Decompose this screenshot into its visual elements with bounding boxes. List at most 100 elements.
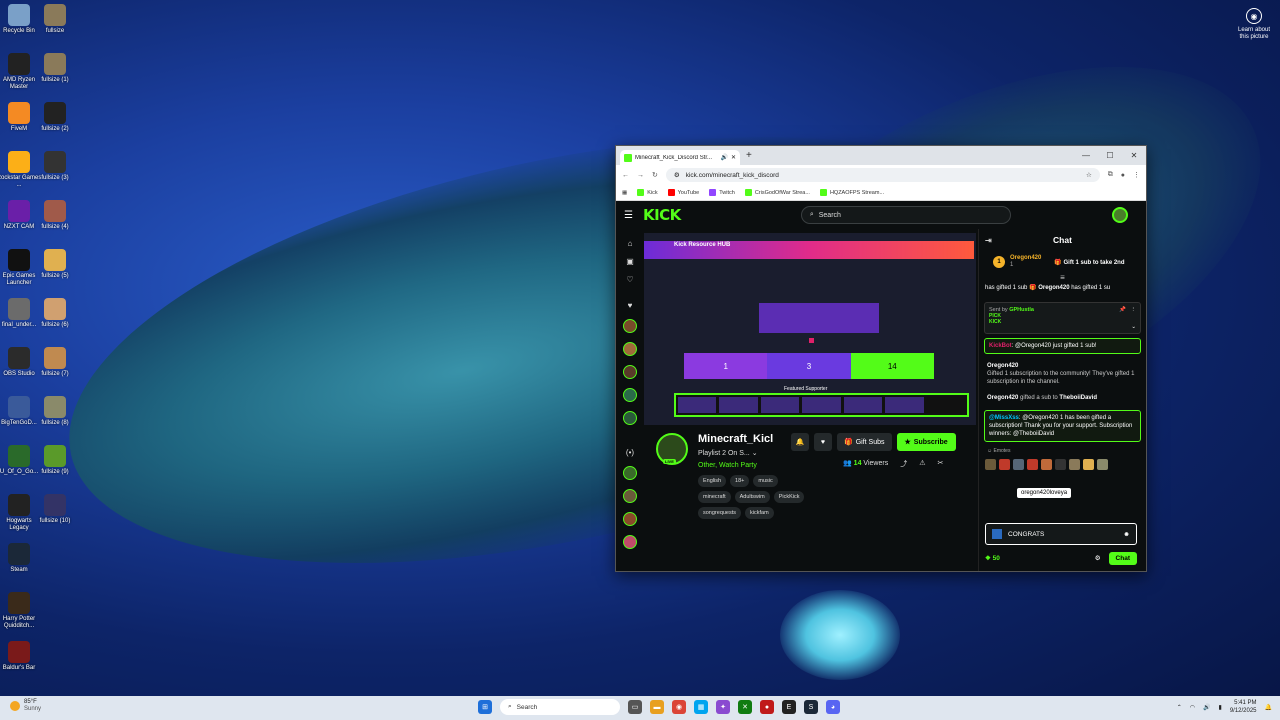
bookmark-item[interactable]: YouTube xyxy=(667,189,699,196)
profile-icon[interactable]: ● xyxy=(1121,172,1125,179)
bookmark-item[interactable]: HQZAOFPS Stream... xyxy=(819,189,884,196)
desktop-icon[interactable]: Baldur's Bar xyxy=(0,641,42,672)
clock[interactable]: 5:41 PM 9/12/2025 xyxy=(1230,699,1257,715)
top-gifter-name[interactable]: Oregon420 xyxy=(1010,255,1041,262)
notifications-icon[interactable]: 🔔 xyxy=(1265,704,1272,711)
file-explorer-icon[interactable]: ▬ xyxy=(650,700,664,714)
chrome-icon[interactable]: ◉ xyxy=(672,700,686,714)
browser-tab[interactable]: Minecraft_Kick_Discord Str... 🔊 ✕ xyxy=(620,150,740,165)
minimize-button[interactable]: — xyxy=(1074,146,1098,165)
gift-subs-button[interactable]: 🎁 Gift Subs xyxy=(837,433,892,451)
wifi-icon[interactable]: ◠ xyxy=(1190,704,1195,711)
extensions-icon[interactable]: ⧉ xyxy=(1108,171,1113,179)
maximize-button[interactable]: ☐ xyxy=(1098,146,1122,165)
stream-category[interactable]: Other, Watch Party xyxy=(698,462,757,469)
send-chat-button[interactable]: Chat xyxy=(1108,551,1137,565)
pin-icon[interactable]: 📌 xyxy=(1119,307,1126,313)
emote[interactable] xyxy=(1083,459,1094,470)
windows-start-icon[interactable]: ⊞ xyxy=(478,700,492,714)
bookmark-item[interactable]: Twitch xyxy=(709,189,735,196)
reload-icon[interactable]: ↻ xyxy=(652,171,658,179)
desktop-icon[interactable]: fullsize (6) xyxy=(32,298,78,329)
desktop-icon[interactable]: fullsize (7) xyxy=(32,347,78,378)
tray-chevron-icon[interactable]: ⌃ xyxy=(1177,704,1182,711)
desktop-icon[interactable]: fullsize (5) xyxy=(32,249,78,280)
emote[interactable] xyxy=(1097,459,1108,470)
video-player[interactable]: Kick Resource HUB 1 3 14 Featured Suppor… xyxy=(644,233,976,425)
back-icon[interactable]: ← xyxy=(622,172,629,179)
apps-grid-icon[interactable]: ▦ xyxy=(622,190,627,196)
chat-message[interactable]: Oregon420 gifted a sub to TheboiiDavid xyxy=(979,390,1146,406)
highlighted-message[interactable]: @MissXss: @Oregon420 1 has been gifted a… xyxy=(984,410,1141,442)
chat-settings-icon[interactable]: ⚙ xyxy=(1095,554,1101,562)
battery-icon[interactable]: ▮ xyxy=(1219,704,1222,711)
xbox-icon[interactable]: ✕ xyxy=(738,700,752,714)
discord-icon[interactable]: ◕ xyxy=(826,700,840,714)
stream-tag[interactable]: music xyxy=(753,475,778,487)
steam-icon[interactable]: S xyxy=(804,700,818,714)
recommended-channel-avatar[interactable] xyxy=(623,535,637,549)
gift-cta[interactable]: 🎁 Gift 1 sub to take 2nd xyxy=(1054,259,1124,266)
emote[interactable] xyxy=(1027,459,1038,470)
follow-heart-icon[interactable]: ♥ xyxy=(814,433,832,451)
more-icon[interactable]: ⋮ xyxy=(1131,307,1137,313)
channel-name[interactable]: Minecraft_Kicl xyxy=(698,433,773,445)
collapse-chat-icon[interactable]: ⇥ xyxy=(985,236,992,245)
report-icon[interactable]: ⚠ xyxy=(919,459,925,469)
chat-message[interactable]: KickBot: @Oregon420 just gifted 1 sub! xyxy=(984,338,1141,354)
close-window-button[interactable]: ✕ xyxy=(1122,146,1146,165)
emote[interactable] xyxy=(1013,459,1024,470)
channel-points[interactable]: ❖ 50 xyxy=(985,554,1095,562)
desktop-icon[interactable]: fullsize (2) xyxy=(32,102,78,133)
volume-icon[interactable]: 🔊 xyxy=(1203,704,1210,711)
recommended-channel-avatar[interactable] xyxy=(623,512,637,526)
home-icon[interactable]: ⌂ xyxy=(628,239,633,248)
bookmark-item[interactable]: CrisGodOfWar Strea... xyxy=(744,189,810,196)
emote[interactable] xyxy=(1041,459,1052,470)
desktop-icon[interactable]: fullsize xyxy=(32,4,78,35)
close-tab-icon[interactable]: ✕ xyxy=(731,154,736,161)
stream-tag[interactable]: minecraft xyxy=(698,491,731,503)
task-view-icon[interactable]: ▭ xyxy=(628,700,642,714)
chevron-down-icon[interactable]: ⌄ xyxy=(1131,324,1136,330)
desktop-icon[interactable]: fullsize (9) xyxy=(32,445,78,476)
expand-gifters-icon[interactable]: ≡ xyxy=(979,273,1146,282)
store-icon[interactable]: ▦ xyxy=(694,700,708,714)
stream-tag[interactable]: 18+ xyxy=(730,475,750,487)
site-info-icon[interactable]: ⚙ xyxy=(674,171,680,179)
recommended-channel-avatar[interactable] xyxy=(623,466,637,480)
emote[interactable] xyxy=(999,459,1010,470)
desktop-icon[interactable]: fullsize (1) xyxy=(32,53,78,84)
hamburger-menu-icon[interactable]: ☰ xyxy=(624,210,633,221)
desktop-icon[interactable]: fullsize (8) xyxy=(32,396,78,427)
followed-heart-icon[interactable]: ♥ xyxy=(628,301,633,310)
desktop-icon[interactable]: fullsize (4) xyxy=(32,200,78,231)
pinned-message[interactable]: Sent by GPHustla PICK KICK 📌 ⋮ ⌄ xyxy=(984,302,1141,334)
stream-tag[interactable]: kickfam xyxy=(745,507,774,519)
url-field[interactable]: ⚙ kick.com/minecraft_kick_discord ☆ xyxy=(665,168,1100,182)
taskbar-search[interactable]: ⌕ Search xyxy=(500,699,620,715)
stream-tag[interactable]: PickKick xyxy=(773,491,805,503)
followed-channel-avatar[interactable] xyxy=(623,319,637,333)
followed-channel-avatar[interactable] xyxy=(623,388,637,402)
clip-icon[interactable]: ✂ xyxy=(937,459,943,469)
desktop-icon[interactable]: fullsize (3) xyxy=(32,151,78,182)
menu-icon[interactable]: ⋮ xyxy=(1133,171,1140,179)
desktop-icon[interactable]: Harry Potter Quidditch... xyxy=(0,592,42,630)
bookmark-star-icon[interactable]: ☆ xyxy=(1086,171,1092,179)
subscribe-button[interactable]: ★ Subscribe xyxy=(896,433,956,451)
new-tab-button[interactable]: + xyxy=(746,150,752,161)
app-icon[interactable]: ● xyxy=(760,700,774,714)
emote[interactable] xyxy=(985,459,996,470)
desktop-icon[interactable]: fullsize (10) xyxy=(32,494,78,525)
kick-search-input[interactable]: ⌕ Search xyxy=(800,206,1011,224)
desktop-icon[interactable]: Steam xyxy=(0,543,42,574)
recommended-channel-avatar[interactable] xyxy=(623,489,637,503)
emote[interactable] xyxy=(1055,459,1066,470)
stream-tag[interactable]: Adultswim xyxy=(734,491,770,503)
following-icon[interactable]: ♡ xyxy=(626,275,633,284)
learn-about-picture[interactable]: ◉ Learn about this picture xyxy=(1234,8,1274,41)
weather-widget[interactable]: 85°F Sunny xyxy=(10,699,41,713)
followed-channel-avatar[interactable] xyxy=(623,365,637,379)
chat-message[interactable]: Oregon420 Gifted 1 subscription to the c… xyxy=(979,358,1146,390)
